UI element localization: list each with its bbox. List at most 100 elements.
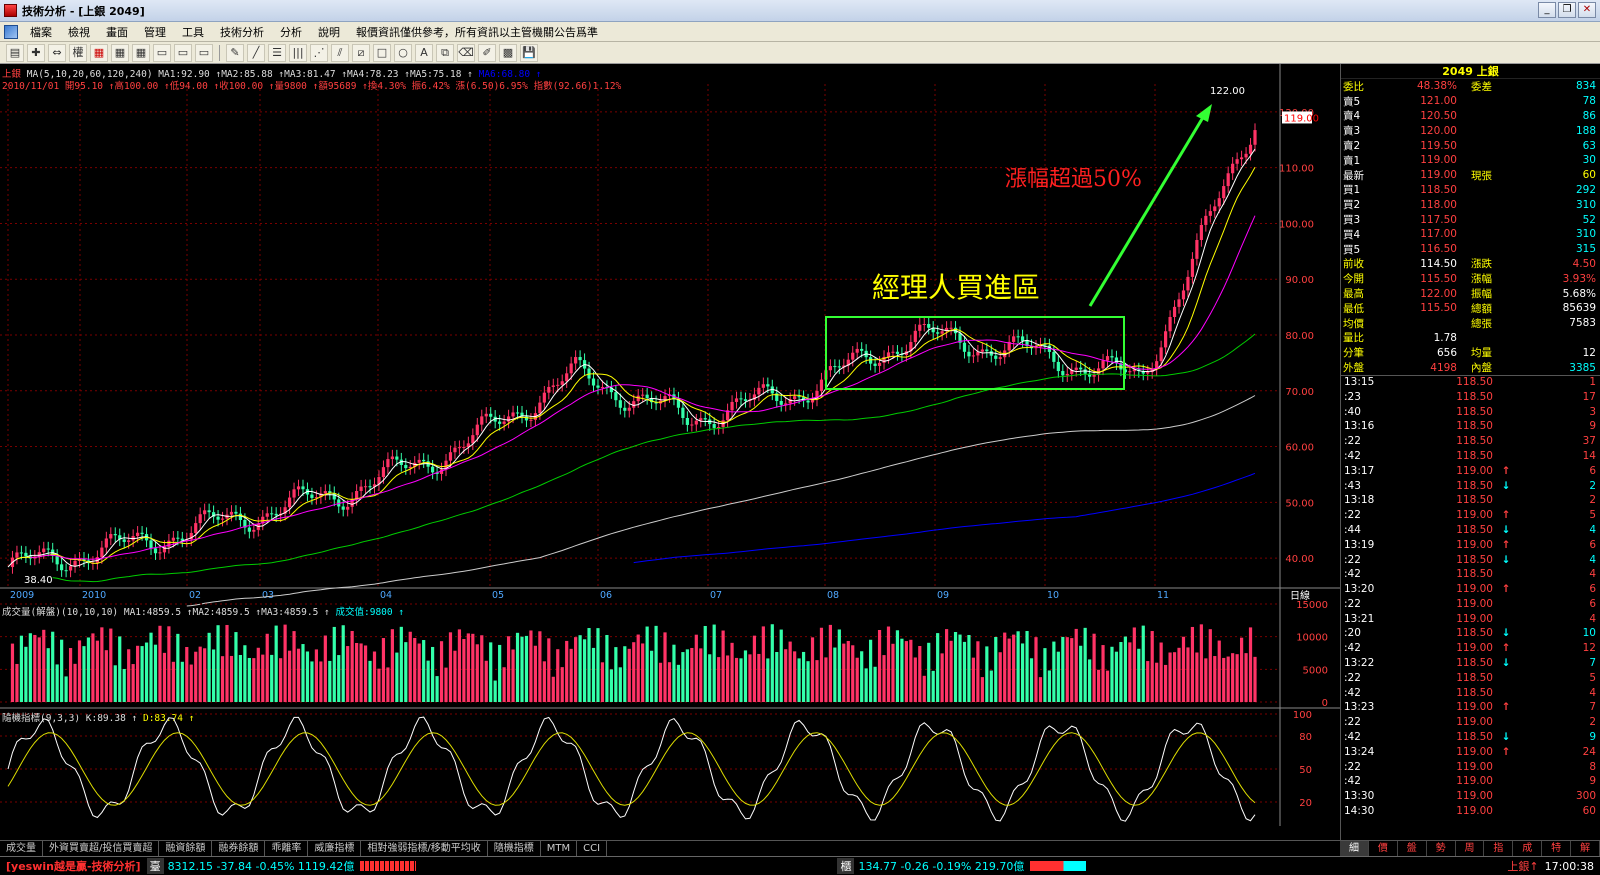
copy-icon[interactable]: ⧉ [436, 43, 454, 62]
candle-body [1186, 276, 1190, 291]
quote-label2: 漲跌 [1471, 258, 1492, 271]
menu-screen[interactable]: 畫面 [98, 24, 136, 40]
window2-icon[interactable]: ▭ [174, 43, 192, 62]
volume-bar [855, 657, 859, 702]
chart-area[interactable]: 上銀 MA(5,10,20,60,120,240) MA1:92.90 ↑MA2… [0, 64, 1340, 840]
move-icon[interactable]: ⇔ [48, 43, 66, 62]
close-button[interactable]: ✕ [1578, 2, 1596, 18]
draw-icon[interactable]: ✎ [226, 43, 244, 62]
time-tick-label: 10 [1047, 590, 1059, 601]
quote-tab[interactable]: 周 [1456, 841, 1485, 856]
menu-tools[interactable]: 工具 [174, 24, 212, 40]
crosshair-icon[interactable]: ✚ [27, 43, 45, 62]
quote-tab[interactable]: 細 [1340, 841, 1369, 856]
text-icon[interactable]: A [415, 43, 433, 62]
quote-tab[interactable]: 指 [1484, 841, 1514, 856]
volume-bar [918, 646, 922, 702]
chart3-icon[interactable]: ▦ [132, 43, 150, 62]
window-icon[interactable]: ▭ [153, 43, 171, 62]
volume-bar [140, 646, 144, 702]
tick-volume: 2 [1589, 479, 1596, 492]
quote-tab[interactable]: 勢 [1427, 841, 1456, 856]
trendline-icon[interactable]: ╱ [247, 43, 265, 62]
candle-body [1128, 371, 1132, 373]
tick-row: :40 118.50 3 [1341, 406, 1600, 421]
quote-value: 4198 [1430, 361, 1457, 374]
chart2-icon[interactable]: ▦ [111, 43, 129, 62]
volume-bar [234, 632, 238, 702]
candle-body [301, 486, 305, 490]
hlines-icon[interactable]: ☰ [268, 43, 286, 62]
menu-manage[interactable]: 管理 [136, 24, 174, 40]
time-tick-label: 2009 [10, 590, 34, 601]
volume-bar [860, 651, 864, 702]
price-tick-label: 50.00 [1285, 498, 1314, 509]
save-icon[interactable]: 💾 [520, 43, 538, 62]
quote-tab[interactable]: 盤 [1398, 841, 1427, 856]
indicator-tab[interactable]: 威廉指標 [308, 841, 362, 856]
volume-bar [261, 654, 265, 702]
volume-bar [864, 668, 868, 702]
indicator-tab[interactable]: 隨機指標 [488, 841, 541, 856]
chart-icon[interactable]: ▦ [90, 43, 108, 62]
quote-tab[interactable]: 成 [1513, 841, 1543, 856]
volume-bar [569, 648, 573, 702]
vlines-icon[interactable]: ||| [289, 43, 307, 62]
pen-icon[interactable]: ✐ [478, 43, 496, 62]
menu-technical[interactable]: 技術分析 [212, 24, 272, 40]
tick-price: 119.00 [1456, 642, 1493, 655]
menu-file[interactable]: 檔案 [22, 24, 60, 40]
mdi-child-icon[interactable] [4, 24, 18, 39]
volume-bar [730, 642, 734, 702]
tick-row: :42 118.50 ↓ 9 [1341, 731, 1600, 746]
quote-tab[interactable]: 特 [1542, 841, 1572, 856]
fib-icon[interactable]: ⫽ [331, 43, 349, 62]
candle-body [390, 456, 394, 460]
quote-header: 2049 上銀 [1341, 64, 1600, 79]
candle-body [806, 400, 810, 403]
menu-view[interactable]: 檢視 [60, 24, 98, 40]
volume-bar [797, 658, 801, 702]
candle-body [234, 511, 238, 514]
eraser-icon[interactable]: ⌫ [457, 43, 475, 62]
candle-body [381, 467, 386, 478]
quote-tab[interactable]: 價 [1369, 841, 1398, 856]
palette-icon[interactable]: ▩ [499, 43, 517, 62]
menu-analysis[interactable]: 分析 [272, 24, 310, 40]
quote-tab[interactable]: 解 [1571, 841, 1600, 856]
volume-bar [1047, 670, 1052, 702]
candle-body [1065, 373, 1069, 376]
indicator-tab[interactable]: MTM [541, 841, 578, 856]
tick-list[interactable]: 13:15 118.50 1:23 118.50 17:40 118.50 3 13:16 11… [1341, 374, 1600, 820]
stock-status[interactable]: 上銀↑ [1507, 858, 1538, 874]
indicator-tab[interactable]: 相對強弱指標/移動平均收 [361, 841, 488, 856]
volume-bar [498, 644, 502, 702]
tick-row: :42 118.50 14 [1341, 450, 1600, 465]
indicator-tab[interactable]: 外資買賣超/投信買賣超 [43, 841, 160, 856]
layout-icon[interactable]: ▤ [6, 43, 24, 62]
menu-help[interactable]: 說明 [310, 24, 348, 40]
candle-body [797, 396, 801, 398]
window3-icon[interactable]: ▭ [195, 43, 213, 62]
fan-icon[interactable]: ⋰ [310, 43, 328, 62]
volume-bar [310, 661, 314, 702]
ellipse-icon[interactable]: ○ [394, 43, 412, 62]
indicator-tab[interactable]: 融券餘額 [212, 841, 266, 856]
candle-body [453, 447, 457, 453]
tick-volume: 8 [1589, 760, 1596, 773]
maximize-button[interactable]: ❐ [1558, 2, 1576, 18]
tick-price: 118.50 [1456, 627, 1493, 640]
indicator-tab[interactable]: CCI [577, 841, 608, 856]
indicator-tab[interactable]: 成交量 [0, 841, 43, 856]
rectangle-icon[interactable]: □ [373, 43, 391, 62]
volume-bar [180, 661, 184, 702]
volume-bar [1070, 638, 1074, 702]
indicator-tab[interactable]: 乖離率 [265, 841, 309, 856]
rights-button[interactable]: 權 [69, 43, 87, 62]
channel-icon[interactable]: ⧄ [352, 43, 370, 62]
indicator-tab[interactable]: 融資餘額 [159, 841, 213, 856]
minimize-button[interactable]: _ [1538, 2, 1556, 18]
quote-row: 最新 119.00 現張 60 [1341, 168, 1600, 183]
time-tick-label: 11 [1157, 590, 1169, 601]
candle-body [703, 418, 707, 420]
